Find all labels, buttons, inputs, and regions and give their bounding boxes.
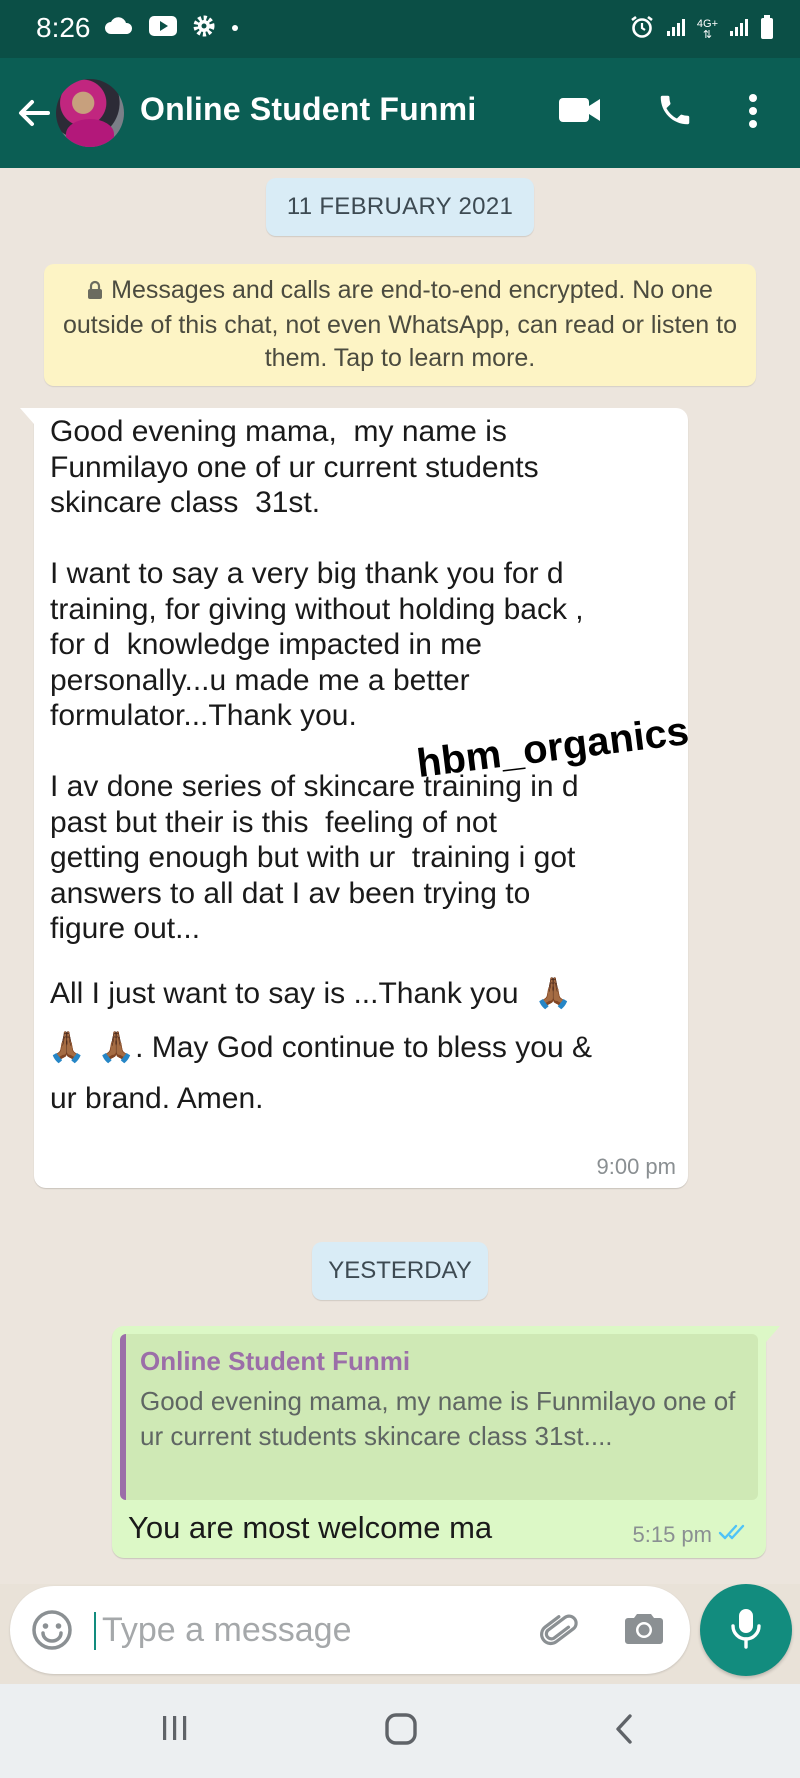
praying-hands-emoji: 🙏🏾 [97, 1031, 136, 1064]
network-type-icon: 4G+ ⇅ [696, 17, 718, 41]
status-left-icons [104, 14, 240, 43]
text-caret [94, 1612, 96, 1650]
date-chip: YESTERDAY [312, 1242, 488, 1300]
signal-icon-1 [665, 16, 687, 43]
quoted-message[interactable]: Online Student Funmi Good evening mama, … [120, 1334, 758, 1500]
read-receipt-icon [718, 1522, 750, 1548]
message-meta: 5:15 pm [633, 1522, 751, 1548]
chat-header: Online Student Funmi [0, 58, 800, 168]
message-input[interactable] [102, 1600, 522, 1660]
praying-hands-emoji: 🙏🏾 [48, 1031, 86, 1064]
outgoing-message-text: You are most welcome ma [128, 1510, 493, 1545]
camera-icon[interactable] [622, 1608, 666, 1653]
cloud-icon [104, 16, 134, 41]
settings-gear-icon [192, 14, 216, 43]
video-call-icon[interactable] [558, 95, 602, 130]
quote-accent-bar [120, 1334, 126, 1500]
network-type-label: 4G+ [696, 17, 718, 30]
more-options-icon[interactable] [748, 93, 758, 134]
thank-you-text: All I just want to say is ...Thank you [50, 977, 519, 1010]
praying-hands-emoji: 🙏🏾 [534, 977, 573, 1010]
incoming-message-line-thank: All I just want to say is ...Thank you 🙏… [50, 976, 572, 1011]
voice-call-icon[interactable] [656, 91, 694, 134]
encryption-notice[interactable]: Messages and calls are end-to-end encryp… [44, 264, 756, 386]
bless-text: . May God continue to bless you & [135, 1031, 592, 1064]
date-chip: 11 FEBRUARY 2021 [266, 178, 534, 236]
outgoing-message-bubble[interactable]: Online Student Funmi Good evening mama, … [112, 1326, 780, 1558]
notification-dot-icon [230, 20, 240, 38]
message-composer [10, 1586, 690, 1674]
microphone-icon [728, 1606, 764, 1655]
youtube-icon [148, 15, 178, 42]
incoming-message-line-amen: ur brand. Amen. [50, 1082, 264, 1115]
message-timestamp: 9:00 pm [596, 1154, 677, 1179]
battery-icon [760, 14, 774, 45]
signal-icon-2 [728, 16, 750, 43]
attachment-icon[interactable] [538, 1608, 582, 1657]
recent-apps-icon[interactable] [160, 1712, 190, 1749]
contact-name[interactable]: Online Student Funmi [140, 91, 476, 128]
status-right-icons: 4G+ ⇅ [629, 14, 774, 45]
encryption-notice-text: Messages and calls are end-to-end encryp… [63, 276, 737, 372]
contact-avatar[interactable] [56, 79, 124, 147]
alarm-icon [629, 14, 655, 45]
quote-author: Online Student Funmi [140, 1346, 411, 1376]
incoming-message-bubble[interactable]: Good evening mama, my name is Funmilayo … [20, 408, 688, 1188]
home-icon[interactable] [384, 1712, 418, 1751]
message-timestamp: 5:15 pm [632, 1522, 713, 1547]
status-bar: 8:26 4G+ ⇅ [0, 0, 800, 58]
emoji-icon[interactable] [30, 1608, 74, 1657]
incoming-message-text: Good evening mama, my name is Funmilayo … [50, 415, 584, 945]
lock-icon [87, 276, 103, 309]
back-arrow-icon[interactable] [14, 93, 54, 133]
microphone-button[interactable] [700, 1584, 792, 1676]
chat-area[interactable]: 11 FEBRUARY 2021 Messages and calls are … [0, 168, 800, 1584]
quote-text: Good evening mama, my name is Funmilayo … [140, 1386, 736, 1451]
incoming-message-line-bless: 🙏🏾 🙏🏾. May God continue to bless you & [48, 1030, 592, 1065]
system-navigation-bar [0, 1684, 800, 1778]
status-time: 8:26 [36, 12, 91, 43]
back-icon[interactable] [612, 1712, 636, 1751]
